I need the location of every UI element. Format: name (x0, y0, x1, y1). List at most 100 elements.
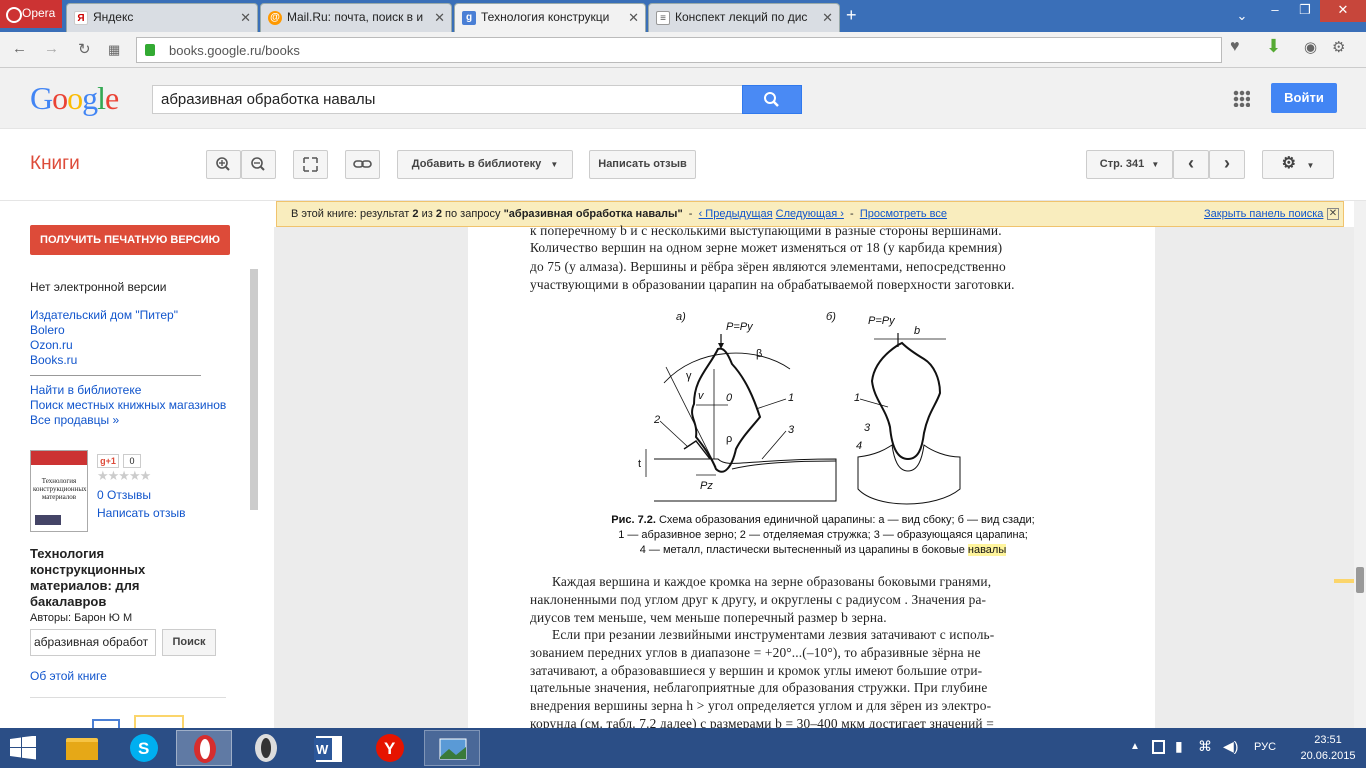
language-indicator[interactable]: РУС (1254, 741, 1276, 781)
page-scrollbar[interactable] (1334, 201, 1366, 728)
tab-menu-icon[interactable]: ⌄ (1232, 6, 1252, 28)
search-input[interactable]: абразивная обработка навалы (152, 85, 743, 114)
speed-dial-icon[interactable]: ▦ (108, 42, 120, 58)
thumbnail[interactable] (134, 715, 184, 728)
windows-start-icon[interactable] (10, 735, 36, 760)
volume-icon[interactable]: ◀) (1223, 738, 1238, 778)
view-all-link[interactable]: Просмотреть все (860, 208, 947, 220)
close-icon[interactable]: ✕ (822, 4, 833, 31)
settings-menu-button[interactable]: ⚙ ▼ (1262, 150, 1334, 179)
clock-date[interactable]: 20.06.2015 (1300, 750, 1356, 764)
close-icon[interactable]: ✕ (628, 4, 639, 31)
photo-viewer-icon[interactable] (424, 730, 480, 766)
close-icon[interactable]: ✕ (434, 4, 445, 31)
vpn-icon[interactable]: ◉ (1304, 38, 1317, 56)
restore-icon[interactable]: ❐ (1291, 0, 1319, 22)
apps-grid-icon[interactable] (1233, 90, 1250, 107)
battery-icon[interactable]: ▮ (1175, 738, 1183, 778)
tab-google-books[interactable]: g Технология конструкци ✕ (454, 3, 646, 32)
books-title[interactable]: Книги (30, 153, 80, 175)
google-logo[interactable]: Google (30, 80, 119, 117)
seller-link[interactable]: Books.ru (30, 353, 77, 367)
in-book-search-button[interactable]: Поиск (162, 629, 216, 656)
sidebar-scrollbar[interactable] (250, 269, 258, 510)
link-icon (353, 160, 372, 168)
tab-mailru[interactable]: @ Mail.Ru: почта, поиск в и ✕ (260, 3, 452, 32)
book-cover[interactable]: Технология конструкционных материалов (30, 450, 88, 532)
figure-caption-line2: 1 — абразивное зерно; 2 — отделяемая стр… (618, 529, 1028, 541)
page-select[interactable]: Стр. 341 ▼ (1086, 150, 1173, 179)
zero-label: 0 (726, 392, 733, 404)
caption-text: Схема образования единичной царапины: а … (658, 514, 1035, 526)
zoom-out-button[interactable] (241, 150, 276, 179)
all-sellers-link[interactable]: Все продавцы » (30, 413, 119, 427)
tab-konspekt[interactable]: ≡ Конспект лекций по дис ✕ (648, 3, 840, 32)
notice-text: В этой книге: результат (291, 208, 410, 220)
highlighted-term: навалы (967, 544, 1007, 556)
seller-link[interactable]: Ozon.ru (30, 338, 73, 352)
thumbnail[interactable] (92, 719, 120, 728)
opera-menu-button[interactable]: Opera (0, 0, 62, 28)
clock-time[interactable]: 23:51 (1300, 734, 1356, 748)
close-icon[interactable]: ✕ (240, 4, 251, 31)
fullscreen-button[interactable] (293, 150, 328, 179)
close-search-panel-link[interactable]: Закрыть панель поиска (1204, 202, 1323, 226)
close-icon[interactable]: ✕ (1327, 208, 1339, 220)
zoom-in-icon (216, 157, 230, 171)
text-line: участвующими в образовании царапин на об… (530, 277, 1015, 292)
previous-result-link[interactable]: ‹ Предыдущая (699, 208, 773, 220)
google-plus-button[interactable]: g+1 (97, 454, 119, 468)
next-result-link[interactable]: Следующая › (776, 208, 844, 220)
seller-link[interactable]: Издательский дом "Питер" (30, 308, 178, 322)
download-icon[interactable]: ⬇ (1266, 36, 1281, 57)
page-viewer[interactable]: к поперечному b и с несколькими выступаю… (274, 223, 1354, 731)
write-review-button[interactable]: Написать отзыв (589, 150, 696, 179)
add-to-library-button[interactable]: Добавить в библиотеку ▼ (397, 150, 573, 179)
tab-title: Mail.Ru: почта, поиск в и (287, 10, 424, 24)
skype-icon[interactable]: S (116, 730, 172, 766)
tab-bar: Opera Я Яндекс ✕ @ Mail.Ru: почта, поиск… (0, 0, 1366, 32)
reviews-link[interactable]: 0 Отзывы (97, 488, 151, 502)
search-button[interactable] (742, 85, 802, 114)
opera-icon[interactable] (176, 730, 232, 766)
text-line: внедрения вершины зерна h > угол определ… (530, 698, 992, 713)
google-plus-count: 0 (123, 454, 141, 468)
yandex-browser-icon[interactable]: Y (362, 730, 418, 766)
close-window-icon[interactable]: ✕ (1320, 0, 1366, 22)
action-center-icon[interactable] (1152, 740, 1165, 754)
get-print-version-button[interactable]: ПОЛУЧИТЬ ПЕЧАТНУЮ ВЕРСИЮ (30, 225, 230, 255)
prev-page-button[interactable]: ‹ (1173, 150, 1209, 179)
about-book-link[interactable]: Об этой книге (30, 669, 107, 683)
write-review-link[interactable]: Написать отзыв (97, 506, 185, 520)
tab-yandex[interactable]: Я Яндекс ✕ (66, 3, 258, 32)
reload-icon[interactable]: ↻ (78, 40, 91, 58)
login-button[interactable]: Войти (1271, 83, 1337, 113)
back-icon[interactable]: ← (12, 40, 27, 57)
label-b: б) (826, 311, 836, 323)
separator: - (850, 208, 854, 220)
num-3b: 3 (864, 422, 871, 434)
settings-icon[interactable]: ⚙ (1332, 38, 1345, 56)
forward-icon[interactable]: → (44, 40, 59, 57)
tray-up-icon[interactable]: ▲ (1130, 741, 1140, 781)
link-button[interactable] (345, 150, 380, 179)
minimize-icon[interactable]: – (1260, 0, 1290, 22)
heart-icon[interactable]: ♥ (1230, 38, 1240, 56)
find-library-link[interactable]: Найти в библиотеке (30, 383, 141, 397)
in-book-search-input[interactable]: абразивная обработ (30, 629, 156, 656)
explorer-icon[interactable] (54, 730, 110, 766)
scrollbar-thumb[interactable] (1356, 567, 1364, 593)
leader-1b (859, 398, 889, 408)
url-field[interactable]: books.google.ru/books (136, 37, 1222, 63)
network-icon[interactable]: ⌘ (1198, 738, 1212, 778)
next-page-button[interactable]: › (1209, 150, 1245, 179)
leader-3 (761, 430, 787, 460)
find-local-stores-link[interactable]: Поиск местных книжных магазинов (30, 398, 226, 412)
word-icon[interactable]: W (300, 730, 356, 766)
zoom-in-button[interactable] (206, 150, 241, 179)
seller-link[interactable]: Bolero (30, 323, 65, 337)
new-tab-button[interactable]: + (846, 5, 857, 26)
beta-arc (663, 352, 791, 384)
num-4: 4 (856, 440, 862, 452)
opera-next-icon[interactable] (238, 730, 294, 766)
